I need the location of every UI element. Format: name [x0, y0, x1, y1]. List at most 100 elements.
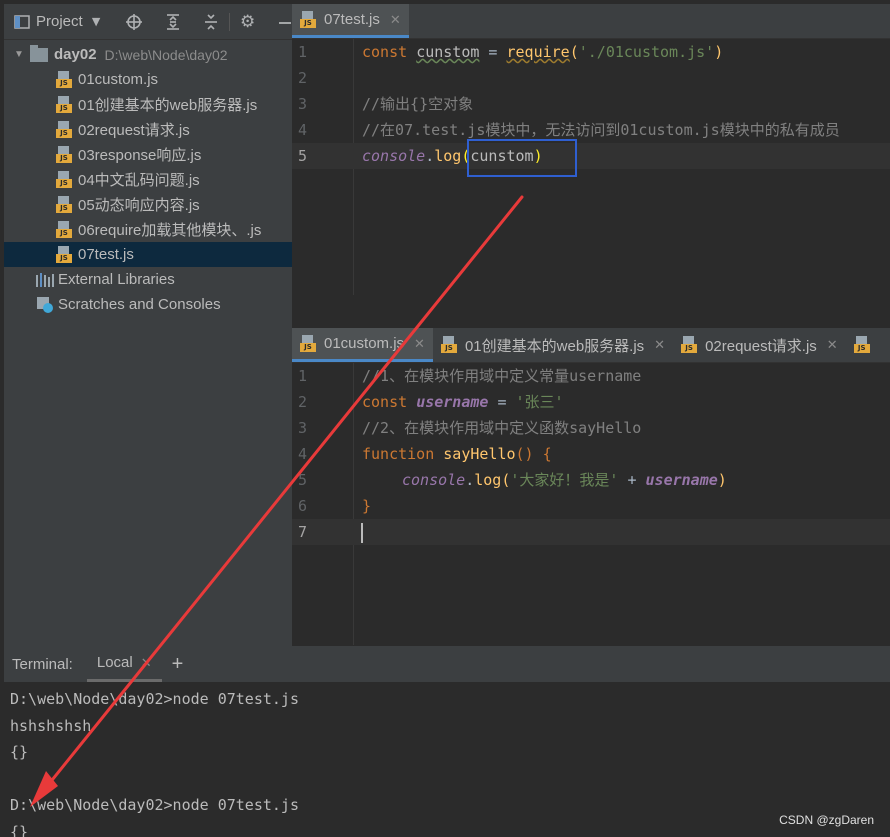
file-name: 02request请求.js: [78, 122, 190, 139]
js-file-icon: JS: [56, 170, 72, 189]
terminal-panel: Terminal: Local ✕ + D:\web\Node\day02>no…: [4, 646, 890, 837]
line-number: 7: [298, 523, 308, 541]
js-file-icon: JS: [56, 145, 72, 164]
js-file-icon: JS: [300, 334, 316, 353]
chevron-down-icon[interactable]: ▼: [89, 13, 104, 31]
close-icon[interactable]: ✕: [390, 12, 401, 28]
line-number: 1: [298, 43, 308, 61]
js-file-icon: JS: [56, 95, 72, 114]
line-number: 2: [298, 69, 308, 87]
code-line-1: const cunstom = require('./01custom.js'): [362, 43, 724, 61]
js-file-icon: JS: [56, 245, 72, 264]
close-icon[interactable]: ✕: [414, 336, 425, 352]
tab-label: 02request请求.js: [705, 337, 817, 355]
line-number: 5: [298, 147, 308, 165]
code-line-2: const username = '张三': [362, 393, 564, 411]
tab-label: 07test.js: [324, 11, 380, 28]
project-panel: Project ▼ ⚙ ▼ day02 D:\web\Node\day02 JS: [4, 4, 292, 646]
editor-tabbar: JS 07test.js ✕: [292, 4, 890, 39]
js-file-icon: JS: [56, 220, 72, 239]
editor-bottom: JS 01custom.js ✕ JS 01创建基本的web服务器.js ✕ J…: [292, 328, 890, 646]
terminal-title: Terminal:: [12, 655, 73, 673]
scratches-icon: [36, 296, 54, 314]
js-file-icon: JS: [681, 336, 698, 354]
code-line-6: }: [362, 497, 372, 515]
tab-07test[interactable]: JS 07test.js ✕: [292, 4, 409, 38]
terminal-line: {}: [10, 822, 29, 837]
terminal-line: {}: [10, 743, 29, 761]
text-cursor: [361, 523, 363, 543]
code-line-3: //2、在模块作用域中定义函数sayHello: [362, 419, 642, 437]
js-file-icon: JS: [853, 336, 870, 354]
close-icon[interactable]: ✕: [827, 337, 838, 353]
code-line-4: //在07.test.js模块中，无法访问到01custom.js模块中的私有成…: [362, 121, 840, 139]
js-file-icon: JS: [56, 195, 72, 214]
code-area[interactable]: 1 2 3 4 5 const cunstom = require('./01c…: [292, 39, 890, 295]
annotation-box: [467, 139, 577, 177]
terminal-header: Terminal: Local ✕ +: [4, 646, 890, 682]
expand-all-icon[interactable]: [165, 13, 181, 31]
file-name: 07test.js: [78, 246, 134, 263]
tree-file-item[interactable]: JS 06require加载其他模块、.js: [4, 217, 292, 242]
locate-file-icon[interactable]: [125, 13, 143, 31]
code-line-4: function sayHello() {: [362, 445, 552, 463]
terminal-output[interactable]: D:\web\Node\day02>node 07test.js hshshsh…: [4, 682, 890, 837]
line-number: 4: [298, 445, 308, 463]
terminal-tab-label: Local: [96, 654, 133, 671]
js-file-icon: JS: [300, 10, 316, 29]
tree-scratches[interactable]: Scratches and Consoles: [4, 292, 292, 317]
code-line-3: //输出{}空对象: [362, 95, 474, 113]
editor-top: JS 07test.js ✕ 1 2 3 4 5 const cunstom =…: [292, 4, 890, 296]
close-icon[interactable]: ✕: [141, 655, 152, 671]
file-name: 03response响应.js: [78, 147, 202, 164]
minimize-icon[interactable]: [277, 13, 292, 31]
file-name: 05动态响应内容.js: [78, 197, 200, 214]
tree-file-item[interactable]: JS 05动态响应内容.js: [4, 192, 292, 217]
line-number: 3: [298, 95, 308, 113]
scratches-label: Scratches and Consoles: [58, 296, 221, 313]
js-file-icon: JS: [56, 70, 72, 89]
external-libraries-label: External Libraries: [58, 271, 175, 288]
tree-file-item-selected[interactable]: JS 07test.js: [4, 242, 292, 267]
code-line-5: console.log('大家好！我是' + username): [402, 471, 727, 489]
js-file-icon: JS: [440, 336, 457, 354]
tree-file-item[interactable]: JS 03response响应.js: [4, 142, 292, 167]
tab-overflow[interactable]: JS: [846, 328, 880, 362]
terminal-line: hshshshsh: [10, 716, 92, 735]
tab-02request[interactable]: JS 02request请求.js ✕: [673, 328, 846, 362]
tree-file-item[interactable]: JS 01custom.js: [4, 67, 292, 92]
file-name: 01custom.js: [78, 71, 159, 88]
folder-path: D:\web\Node\day02: [104, 46, 228, 63]
code-area[interactable]: 1 2 3 4 5 6 7 //1、在模块作用域中定义常量username co…: [292, 363, 890, 645]
gear-icon[interactable]: ⚙: [240, 12, 255, 32]
project-view-icon[interactable]: [14, 13, 30, 31]
collapse-all-icon[interactable]: [203, 13, 219, 31]
folder-icon: [30, 44, 48, 62]
tab-01-web-server[interactable]: JS 01创建基本的web服务器.js ✕: [433, 328, 673, 362]
project-panel-header: Project ▼ ⚙: [4, 4, 292, 40]
tree-file-item[interactable]: JS 02request请求.js: [4, 117, 292, 142]
line-number: 5: [298, 471, 308, 489]
tab-label: 01创建基本的web服务器.js: [464, 337, 645, 355]
tree-file-item[interactable]: JS 04中文乱码问题.js: [4, 167, 292, 192]
line-number: 1: [298, 367, 308, 385]
line-number: 3: [298, 419, 308, 437]
line-number: 4: [298, 121, 308, 139]
fold-gutter: [353, 363, 354, 645]
project-view-selector[interactable]: Project: [36, 13, 83, 30]
terminal-tab-local[interactable]: Local ✕: [86, 646, 162, 682]
add-terminal-icon[interactable]: +: [172, 646, 184, 682]
chevron-down-icon[interactable]: ▼: [12, 49, 26, 60]
tree-external-libraries[interactable]: External Libraries: [4, 267, 292, 292]
tree-root-folder[interactable]: ▼ day02 D:\web\Node\day02: [4, 42, 292, 67]
editor-splitter[interactable]: [292, 296, 890, 328]
close-icon[interactable]: ✕: [654, 337, 665, 353]
line-number: 2: [298, 393, 308, 411]
tab-01custom[interactable]: JS 01custom.js ✕: [292, 328, 433, 362]
current-line-highlight: [292, 519, 890, 545]
file-name: 04中文乱码问题.js: [78, 172, 200, 189]
tree-file-item[interactable]: JS 01创建基本的web服务器.js: [4, 92, 292, 117]
watermark: CSDN @zgDaren: [779, 813, 874, 827]
editor-tabbar: JS 01custom.js ✕ JS 01创建基本的web服务器.js ✕ J…: [292, 328, 890, 363]
